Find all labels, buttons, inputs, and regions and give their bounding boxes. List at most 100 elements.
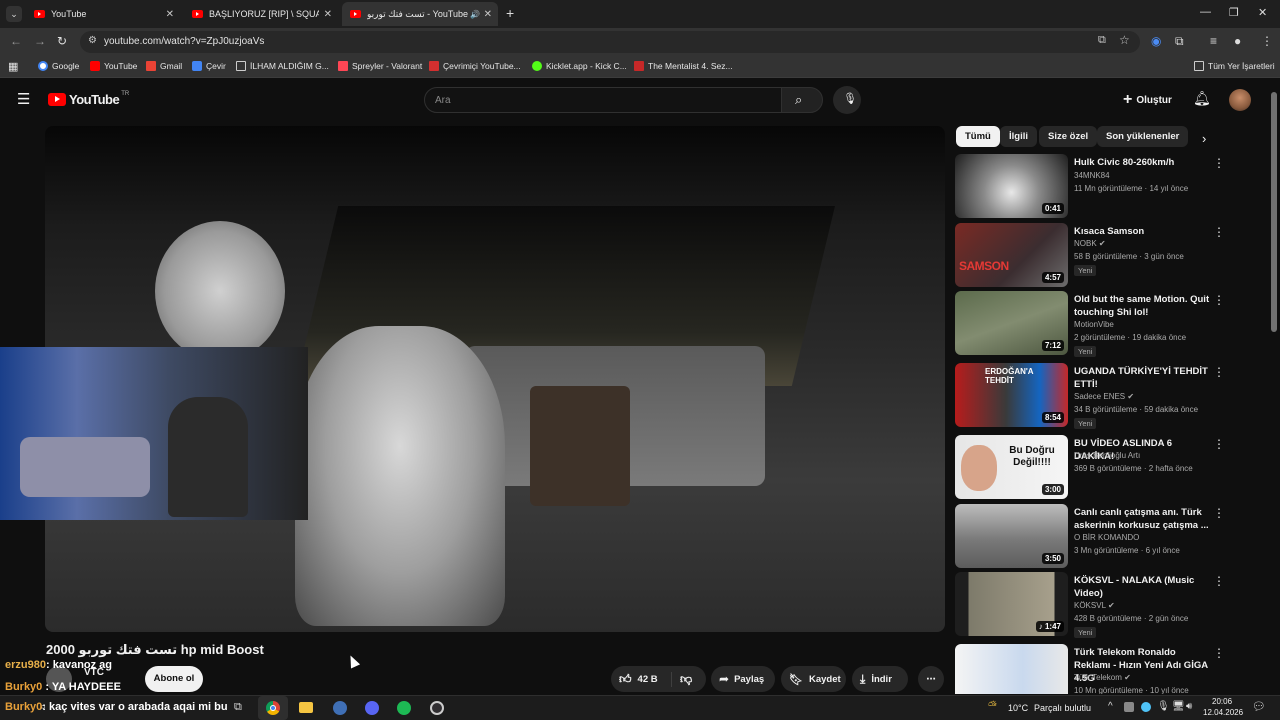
channel-name[interactable]: MotionVibe	[1074, 320, 1114, 329]
channel-name-row[interactable]: NOBK ✔	[1074, 239, 1106, 248]
hamburger-menu-icon[interactable]: ☰	[17, 90, 30, 108]
share-button[interactable]: ➦ Paylaş	[711, 666, 775, 692]
notification-center-icon[interactable]: 💬︎	[1252, 700, 1266, 713]
tray-app-icon[interactable]	[1124, 702, 1134, 712]
voice-search-button[interactable]: 🎙	[833, 86, 861, 114]
bookmark-mentalist[interactable]: The Mentalist 4. Sez...	[634, 61, 733, 71]
search-button[interactable]: ⌕	[781, 87, 823, 113]
chrome-taskbar-icon[interactable]	[258, 696, 288, 720]
all-bookmarks[interactable]: Tüm Yer İşaretleri	[1194, 61, 1275, 71]
discord-icon[interactable]	[365, 701, 379, 715]
reload-icon[interactable]: ↻	[57, 34, 67, 48]
more-actions-button[interactable]: ⋯	[918, 666, 944, 692]
extensions-icon[interactable]: ⧉	[1175, 34, 1184, 49]
video-title[interactable]: Old but the same Motion. Quit touching S…	[1074, 293, 1214, 319]
recommendation-item[interactable]: SAMSON 4:57 Kısaca Samson NOBK ✔ 58 B gö…	[955, 223, 1235, 289]
obs-icon[interactable]	[430, 701, 444, 715]
video-title[interactable]: UGANDA TÜRKİYE'Yİ TEHDİT ETTİ!	[1074, 365, 1214, 391]
extension-shazam-icon[interactable]: ◉	[1151, 34, 1161, 48]
video-title[interactable]: KÖKSVL - NALAKA (Music Video)	[1074, 574, 1214, 600]
more-options-icon[interactable]: ⋮	[1213, 437, 1225, 451]
forward-icon[interactable]: →	[34, 34, 46, 48]
clock-date[interactable]: 12.04.2026	[1203, 708, 1243, 717]
close-tab-icon[interactable]: ✕	[166, 9, 174, 20]
chip-all[interactable]: Tümü	[956, 126, 1000, 147]
address-bar[interactable]: ⚙ youtube.com/watch?v=ZpJ0uzjoaVs ⧉ ☆	[80, 31, 1140, 53]
recommendation-item[interactable]: 0:41 Hulk Civic 80-260km/h 34MNK84 11 Mn…	[955, 154, 1235, 220]
recommendation-item[interactable]: ♪ 1:47 KÖKSVL - NALAKA (Music Video) KÖK…	[955, 572, 1235, 638]
more-options-icon[interactable]: ⋮	[1213, 293, 1225, 307]
install-icon[interactable]: ⧉	[1098, 34, 1106, 47]
bookmark-kicklet[interactable]: Kicklet.app - Kick C...	[532, 61, 627, 71]
search-input[interactable]: Ara	[424, 87, 782, 113]
channel-name-row[interactable]: KÖKSVL ✔	[1074, 601, 1115, 610]
more-options-icon[interactable]: ⋮	[1213, 506, 1225, 520]
network-icon[interactable]: 🖥	[1172, 701, 1185, 712]
spotify-icon[interactable]	[397, 701, 411, 715]
more-options-icon[interactable]: ⋮	[1213, 365, 1225, 379]
video-title[interactable]: Canlı canlı çatışma anı. Türk askerinin …	[1074, 506, 1214, 532]
tray-app-icon[interactable]	[1141, 702, 1151, 712]
browser-tab-youtube[interactable]: YouTube ✕	[26, 2, 180, 26]
apps-grid-icon[interactable]: ▦	[8, 60, 18, 73]
channel-name-row[interactable]: Türk Telekom ✔	[1074, 673, 1131, 682]
clock-time[interactable]: 20:06	[1212, 697, 1232, 706]
recommendation-item[interactable]: Bu Doğru Değil!!!! 3:00 BU VİDEO ASLINDA…	[955, 435, 1235, 501]
app-taskbar-icon[interactable]	[333, 701, 347, 715]
thumbnail[interactable]: ERDOĞAN'A TEHDİT 8:54	[955, 363, 1068, 427]
bookmark-folder-ilham[interactable]: İLHAM ALDIĞIM G...	[236, 61, 329, 71]
more-options-icon[interactable]: ⋮	[1213, 225, 1225, 239]
weather-desc[interactable]: Parçalı bulutlu	[1034, 703, 1091, 713]
recommendation-item[interactable]: Türk Telekom Ronaldo Reklamı - Hızın Yen…	[955, 644, 1235, 694]
chip-for-you[interactable]: Size özel	[1039, 126, 1098, 147]
bookmark-youtube-converter[interactable]: Çevrimiçi YouTube...	[429, 61, 521, 71]
new-tab-button[interactable]: +	[506, 5, 514, 21]
subscribe-button[interactable]: Abone ol	[145, 666, 203, 692]
chip-recent[interactable]: Son yüklenenler	[1097, 126, 1189, 147]
file-explorer-icon[interactable]	[299, 702, 313, 713]
dislike-button[interactable]: 👎︎	[671, 671, 692, 687]
chips-next-icon[interactable]: ›	[1202, 131, 1206, 146]
thumbnail[interactable]: 3:50	[955, 504, 1068, 568]
close-window-icon[interactable]: ✕	[1258, 6, 1267, 19]
thumbnail[interactable]: 7:12	[955, 291, 1068, 355]
channel-name[interactable]: 34MNK84	[1074, 171, 1110, 180]
page-scrollbar[interactable]	[1271, 92, 1277, 332]
weather-icon[interactable]: ⛅︎	[988, 700, 997, 713]
tab-search-button[interactable]: ⌄	[6, 6, 22, 22]
microphone-tray-icon[interactable]: 🎙	[1157, 701, 1170, 712]
video-title[interactable]: Hulk Civic 80-260km/h	[1074, 156, 1214, 169]
create-button[interactable]: + Oluştur	[1119, 88, 1176, 112]
close-tab-icon[interactable]: ✕	[484, 9, 492, 20]
tray-chevron-icon[interactable]: ^	[1108, 701, 1113, 712]
task-view-icon[interactable]: ⧉	[234, 701, 242, 714]
recommendation-item[interactable]: 7:12 Old but the same Motion. Quit touch…	[955, 291, 1235, 357]
profile-icon[interactable]: ●	[1234, 34, 1241, 48]
save-button[interactable]: 🔖︎ Kaydet	[781, 666, 846, 692]
volume-icon[interactable]: 🔊︎	[1186, 701, 1192, 712]
thumbnail[interactable]: ♪ 1:47	[955, 572, 1068, 636]
channel-name[interactable]: Uras Benlioğlu Artı	[1074, 451, 1140, 460]
site-info-icon[interactable]: ⚙	[88, 35, 97, 46]
more-options-icon[interactable]: ⋮	[1213, 574, 1225, 588]
thumbnail[interactable]	[955, 644, 1068, 694]
like-button[interactable]: 👍︎ 42 B	[611, 672, 671, 687]
media-control-icon[interactable]: ≡	[1210, 34, 1217, 48]
bookmark-gmail[interactable]: Gmail	[146, 61, 182, 71]
bookmark-star-icon[interactable]: ☆	[1119, 33, 1130, 47]
more-options-icon[interactable]: ⋮	[1213, 646, 1225, 660]
notifications-bell-icon[interactable]: 🔔︎	[1193, 90, 1211, 107]
back-icon[interactable]: ←	[10, 34, 22, 48]
weather-temp[interactable]: 10°C	[1008, 703, 1028, 713]
browser-menu-icon[interactable]: ⋮	[1261, 34, 1273, 48]
chip-related[interactable]: İlgili	[1000, 126, 1037, 147]
bookmark-youtube[interactable]: YouTube	[90, 61, 137, 71]
browser-tab-active[interactable]: تست فتك توربو - YouTube 🔊 ✕	[342, 2, 498, 26]
bookmark-cevir[interactable]: Çevir	[192, 61, 226, 71]
channel-name-row[interactable]: Sadece ENES ✔	[1074, 392, 1134, 401]
browser-tab-stream[interactable]: BAŞLIYORUZ [RIP] \ SQUAD TÜ ✕	[184, 2, 338, 26]
close-tab-icon[interactable]: ✕	[324, 9, 332, 20]
youtube-logo[interactable]: YouTube TR	[48, 91, 129, 107]
bookmark-google[interactable]: Google	[38, 61, 79, 71]
thumbnail[interactable]: SAMSON 4:57	[955, 223, 1068, 287]
